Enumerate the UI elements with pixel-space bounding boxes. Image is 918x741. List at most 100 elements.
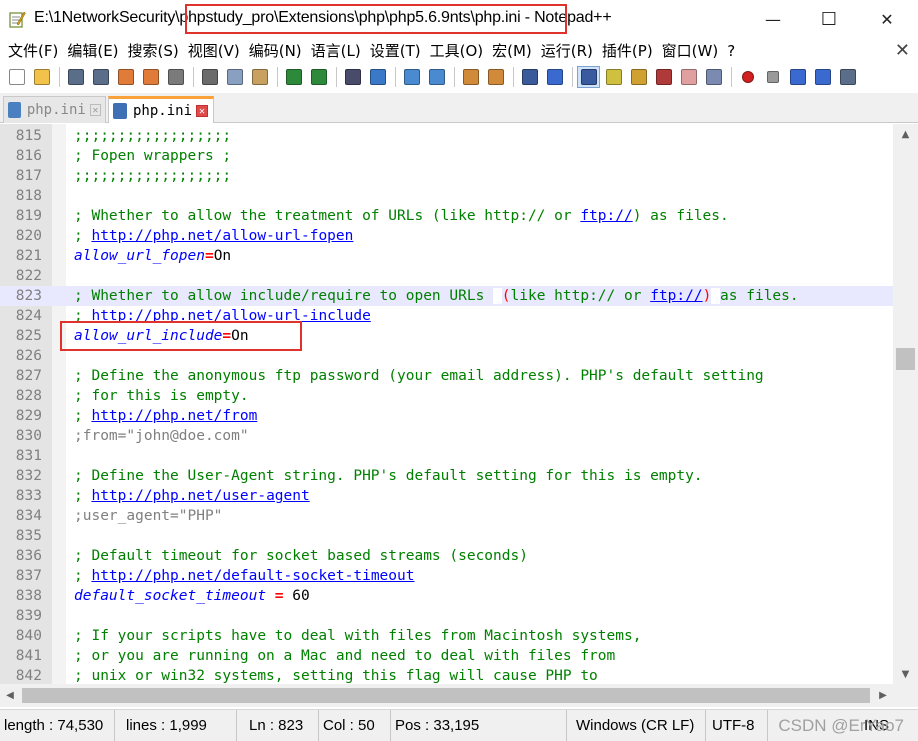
show-all-chars-button[interactable] (543, 66, 566, 88)
code-line[interactable]: 822 (0, 266, 893, 286)
record-macro-button[interactable] (736, 66, 759, 88)
udl-button[interactable] (602, 66, 625, 88)
code-line[interactable]: 838 default_socket_timeout = 60 (0, 586, 893, 606)
tab-close-icon[interactable]: ✕ (196, 105, 209, 117)
word-wrap-button[interactable] (518, 66, 541, 88)
menu-item-0[interactable]: 文件(F) (4, 40, 63, 61)
menu-item-6[interactable]: 设置(T) (366, 40, 426, 61)
code-line[interactable]: 817;;;;;;;;;;;;;;;;;; (0, 166, 893, 186)
code-line[interactable]: 828 ; for this is empty. (0, 386, 893, 406)
monitor-button[interactable] (702, 66, 725, 88)
scroll-right-arrow-icon[interactable]: ▶ (873, 684, 893, 707)
menu-item-4[interactable]: 编码(N) (245, 40, 307, 61)
menu-item-12[interactable]: ? (723, 42, 740, 60)
find-button[interactable] (341, 66, 364, 88)
code-line[interactable]: 839 (0, 606, 893, 626)
code-line[interactable]: 829 ; http://php.net/from (0, 406, 893, 426)
menu-item-10[interactable]: 插件(P) (598, 40, 658, 61)
vertical-scrollbar[interactable]: ▲ ▼ (893, 124, 918, 684)
scroll-up-arrow-icon[interactable]: ▲ (893, 124, 918, 144)
paste-icon (251, 69, 268, 85)
status-encoding[interactable]: UTF-8 (708, 710, 768, 741)
stop-record-icon (766, 71, 779, 83)
editor[interactable]: 815;;;;;;;;;;;;;;;;;; 816 ; Fopen wrappers… (0, 124, 918, 707)
new-file-icon (8, 69, 25, 85)
save-all-button[interactable] (89, 66, 112, 88)
code-line[interactable]: 819 ; Whether to allow the treatment of U… (0, 206, 893, 226)
menu-item-8[interactable]: 宏(M) (488, 40, 537, 61)
menu-item-3[interactable]: 视图(V) (184, 40, 245, 61)
code-line[interactable]: 835 (0, 526, 893, 546)
close-window-button[interactable]: ✕ (858, 0, 916, 38)
run-macro-multiple-button[interactable] (811, 66, 834, 88)
code-line[interactable]: 824 ; http://php.net/allow-url-include (0, 306, 893, 326)
cut-button[interactable] (198, 66, 221, 88)
code-lines[interactable]: 815;;;;;;;;;;;;;;;;;; 816 ; Fopen wrappers… (0, 126, 893, 686)
scroll-left-arrow-icon[interactable]: ◀ (0, 684, 20, 707)
save-button[interactable] (64, 66, 87, 88)
scroll-down-arrow-icon[interactable]: ▼ (893, 664, 918, 684)
minimize-button[interactable]: — (744, 0, 802, 38)
maximize-button[interactable]: ☐ (800, 0, 858, 38)
close-all-button[interactable] (139, 66, 162, 88)
code-line[interactable]: 816 ; Fopen wrappers ; (0, 146, 893, 166)
code-line[interactable]: 818 (0, 186, 893, 206)
redo-button[interactable] (307, 66, 330, 88)
print-button[interactable] (164, 66, 187, 88)
open-file-button[interactable] (30, 66, 53, 88)
replace-button[interactable] (366, 66, 389, 88)
menu-item-5[interactable]: 语言(L) (307, 40, 366, 61)
copy-button[interactable] (223, 66, 246, 88)
close-document-icon[interactable]: ✕ (895, 40, 910, 61)
code-line[interactable]: 821 allow_url_fopen=On (0, 246, 893, 266)
sync-h-button[interactable] (484, 66, 507, 88)
zoom-out-button[interactable] (425, 66, 448, 88)
line-number: 822 (15, 268, 42, 284)
code-line[interactable]: 842 ; unix or win32 systems, setting this… (0, 666, 893, 686)
play-macro-button[interactable] (786, 66, 809, 88)
code-line[interactable]: 831 (0, 446, 893, 466)
save-macro-button[interactable] (836, 66, 859, 88)
code-line[interactable]: 830 ;from="john@doe.com" (0, 426, 893, 446)
status-eol[interactable]: Windows (CR LF) (572, 710, 706, 741)
code-line[interactable]: 840 ; If your scripts have to deal with f… (0, 626, 893, 646)
status-lines: lines : 1,999 (122, 710, 237, 741)
vertical-scroll-thumb[interactable] (896, 348, 915, 370)
paste-button[interactable] (248, 66, 271, 88)
code-line[interactable]: 833 ; http://php.net/user-agent (0, 486, 893, 506)
code-line[interactable]: 837 ; http://php.net/default-socket-timeo… (0, 566, 893, 586)
menu-item-11[interactable]: 窗口(W) (658, 40, 724, 61)
code-line[interactable]: 836 ; Default timeout for socket based st… (0, 546, 893, 566)
code-line[interactable]: 815;;;;;;;;;;;;;;;;;; (0, 126, 893, 146)
code-line[interactable]: 841 ; or you are running on a Mac and nee… (0, 646, 893, 666)
code-line[interactable]: 823 ; Whether to allow include/require to… (0, 286, 893, 306)
line-number: 825 (15, 328, 42, 344)
code-line[interactable]: 827 ; Define the anonymous ftp password (… (0, 366, 893, 386)
close-file-button[interactable] (114, 66, 137, 88)
function-list-button[interactable] (652, 66, 675, 88)
new-file-button[interactable] (5, 66, 28, 88)
tab-php-ini-1[interactable]: php.ini ✕ (3, 96, 106, 123)
stop-record-button[interactable] (761, 66, 784, 88)
tab-close-icon[interactable]: ✕ (89, 104, 101, 116)
zoom-in-button[interactable] (400, 66, 423, 88)
menu-item-2[interactable]: 搜索(S) (124, 40, 184, 61)
line-number: 823 (15, 288, 42, 304)
tab-php-ini-2[interactable]: php.ini ✕ (108, 96, 214, 123)
indent-guide-button[interactable] (577, 66, 600, 88)
horizontal-scroll-thumb[interactable] (22, 688, 870, 703)
menu-item-7[interactable]: 工具(O) (426, 40, 489, 61)
horizontal-scrollbar[interactable]: ◀ ▶ (0, 684, 893, 707)
menu-item-9[interactable]: 运行(R) (537, 40, 598, 61)
code-line[interactable]: 834 ;user_agent="PHP" (0, 506, 893, 526)
undo-button[interactable] (282, 66, 305, 88)
code-line[interactable]: 826 (0, 346, 893, 366)
show-all-chars-icon (546, 69, 563, 85)
code-line[interactable]: 832 ; Define the User-Agent string. PHP's… (0, 466, 893, 486)
code-line[interactable]: 820 ; http://php.net/allow-url-fopen (0, 226, 893, 246)
doc-map-button[interactable] (627, 66, 650, 88)
menu-item-1[interactable]: 编辑(E) (63, 40, 123, 61)
folder-workspace-button[interactable] (677, 66, 700, 88)
code-line[interactable]: 825 allow_url_include=On (0, 326, 893, 346)
sync-v-button[interactable] (459, 66, 482, 88)
